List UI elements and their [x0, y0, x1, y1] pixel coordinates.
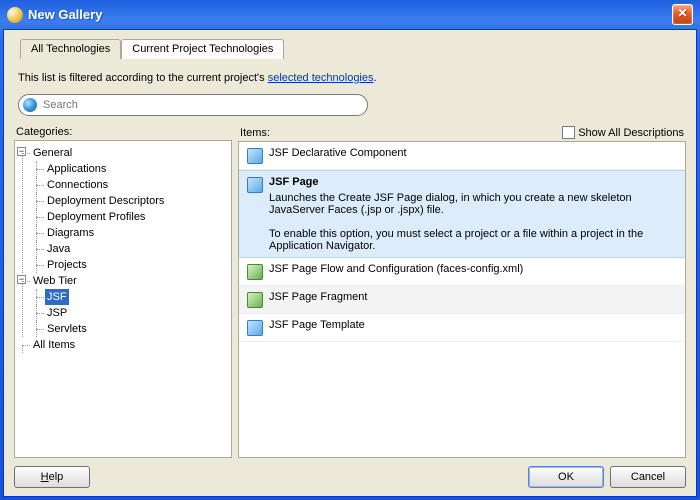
- tree-node[interactable]: Applications: [45, 161, 108, 177]
- filter-description-prefix: This list is filtered according to the c…: [18, 72, 268, 84]
- list-item[interactable]: JSF Declarative Component: [239, 142, 685, 170]
- item-label: JSF Page Flow and Configuration (faces-c…: [269, 263, 677, 275]
- tree-node[interactable]: Java: [45, 241, 72, 257]
- search-box[interactable]: [18, 94, 368, 116]
- item-description: Launches the Create JSF Page dialog, in …: [269, 192, 677, 216]
- item-icon: [247, 148, 263, 164]
- items-label: Items:: [240, 127, 270, 139]
- tab-current-project-technologies[interactable]: Current Project Technologies: [121, 39, 284, 59]
- item-icon: [247, 264, 263, 280]
- tree-node[interactable]: Deployment Descriptors: [45, 193, 166, 209]
- selected-technologies-link[interactable]: selected technologies: [268, 72, 374, 84]
- tree-node-all-items[interactable]: All Items: [31, 337, 77, 353]
- ok-button[interactable]: OK: [528, 466, 604, 488]
- tab-all-technologies[interactable]: All Technologies: [20, 39, 121, 59]
- show-all-descriptions-checkbox[interactable]: Show All Descriptions: [562, 126, 684, 139]
- titlebar[interactable]: New Gallery ✕: [3, 3, 697, 29]
- tree-node[interactable]: JSF: [45, 289, 69, 305]
- tree-node[interactable]: Servlets: [45, 321, 89, 337]
- search-input[interactable]: [41, 98, 359, 112]
- tree-node[interactable]: Deployment Profiles: [45, 209, 147, 225]
- filter-description-suffix: .: [374, 72, 377, 84]
- tree-node[interactable]: Connections: [45, 177, 110, 193]
- search-icon: [23, 98, 37, 112]
- item-icon: [247, 292, 263, 308]
- checkbox-icon[interactable]: [562, 126, 575, 139]
- app-icon: [7, 7, 23, 23]
- filter-description: This list is filtered according to the c…: [18, 72, 686, 84]
- help-button[interactable]: Help: [14, 466, 90, 488]
- categories-label: Categories:: [16, 126, 72, 138]
- cancel-button[interactable]: Cancel: [610, 466, 686, 488]
- item-label: JSF Page Template: [269, 319, 677, 331]
- close-button[interactable]: ✕: [672, 4, 693, 25]
- item-label: JSF Page Fragment: [269, 291, 677, 303]
- item-icon: [247, 177, 263, 193]
- show-all-descriptions-label: Show All Descriptions: [578, 127, 684, 139]
- list-item[interactable]: JSF Page Fragment: [239, 286, 685, 314]
- item-icon: [247, 320, 263, 336]
- tree-node-web-tier[interactable]: Web Tier: [31, 273, 79, 289]
- item-description: To enable this option, you must select a…: [269, 228, 677, 252]
- item-label: JSF Page: [269, 176, 677, 188]
- list-item[interactable]: JSF Page Flow and Configuration (faces-c…: [239, 258, 685, 286]
- tree-node[interactable]: Diagrams: [45, 225, 96, 241]
- tree-node[interactable]: Projects: [45, 257, 89, 273]
- tree-node-general[interactable]: General: [31, 145, 74, 161]
- collapse-icon[interactable]: −: [17, 275, 26, 284]
- items-list[interactable]: JSF Declarative Component JSF Page Launche…: [238, 141, 686, 458]
- item-label: JSF Declarative Component: [269, 147, 677, 159]
- collapse-icon[interactable]: −: [17, 147, 26, 156]
- window-title: New Gallery: [28, 7, 672, 22]
- tabstrip: All Technologies Current Project Technol…: [14, 38, 686, 58]
- list-item[interactable]: JSF Page Template: [239, 314, 685, 342]
- tree-node[interactable]: JSP: [45, 305, 69, 321]
- list-item[interactable]: JSF Page Launches the Create JSF Page dia…: [239, 170, 685, 258]
- categories-tree[interactable]: − General ApplicationsConnectionsDeploym…: [14, 140, 232, 458]
